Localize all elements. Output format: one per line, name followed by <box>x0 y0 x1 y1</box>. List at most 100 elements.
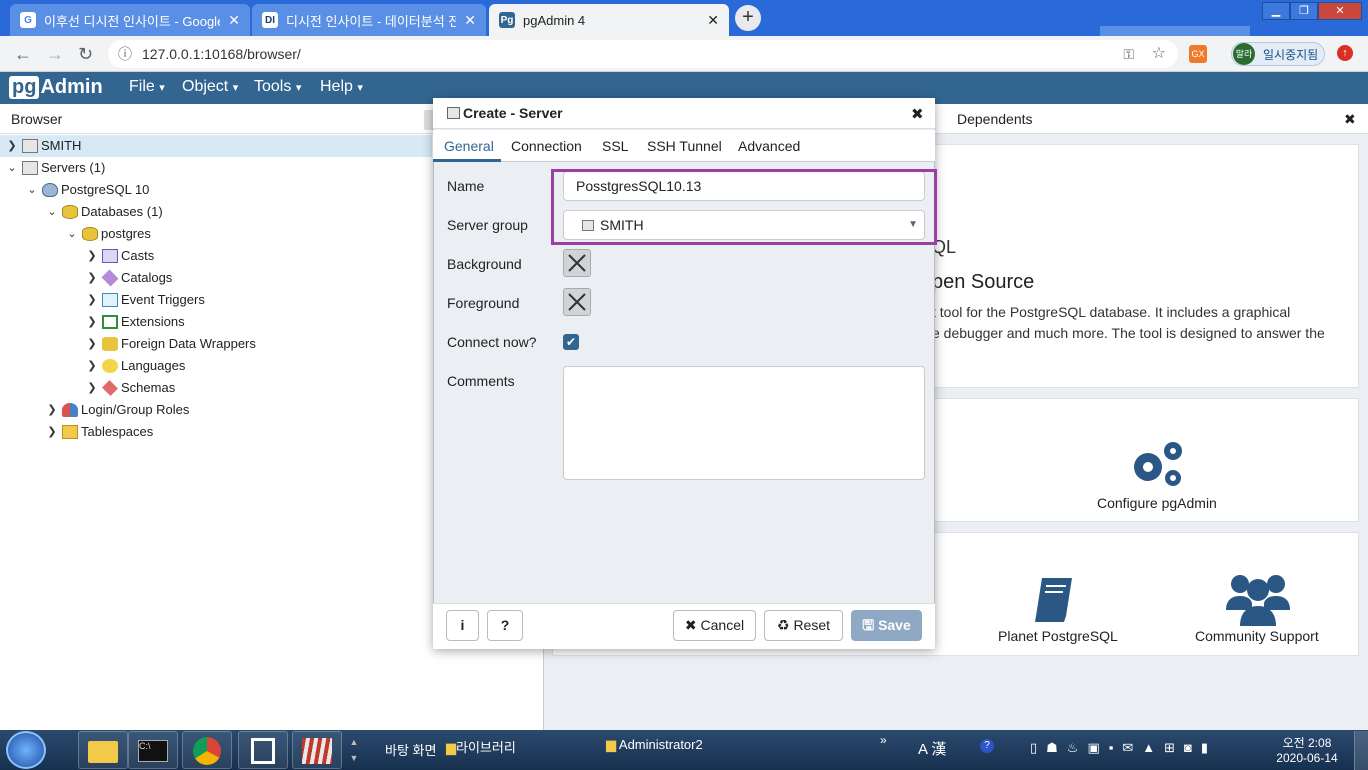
maximize-icon[interactable]: ❐ <box>1290 2 1318 20</box>
minimize-icon[interactable]: ▁ <box>1262 2 1290 20</box>
tab-ssh-tunnel[interactable]: SSH Tunnel <box>647 138 722 154</box>
tray-icons[interactable]: ▯☗♨▣▪✉▲⊞◙▮ <box>1030 740 1217 756</box>
gears-icon[interactable] <box>1126 437 1188 489</box>
tab-advanced[interactable]: Advanced <box>738 138 800 154</box>
profile-paused-button[interactable]: 말라 일시중지됨 <box>1231 42 1325 66</box>
chevron-down-icon[interactable]: ⌄ <box>64 223 80 245</box>
tree-node-databases[interactable]: ⌄ Databases (1) <box>44 201 163 223</box>
connect-now-checkbox[interactable]: ✔ <box>563 334 579 350</box>
extension-icon[interactable]: GX <box>1189 45 1207 63</box>
tree-node-catalogs[interactable]: ❯ Catalogs <box>84 267 172 289</box>
key-icon[interactable]: ⚿ <box>1123 40 1134 68</box>
tree-node-postgresql-10[interactable]: ⌄ PostgreSQL 10 <box>24 179 149 201</box>
tab-close-icon[interactable]: ✕ <box>707 12 719 29</box>
chevron-down-icon[interactable]: ⌄ <box>44 201 60 223</box>
menu-tools[interactable]: Tools ▾ <box>254 78 301 96</box>
tree-node-schemas[interactable]: ❯ Schemas <box>84 377 175 399</box>
tab-general[interactable]: General <box>444 138 494 154</box>
taskbar-explorer[interactable] <box>78 731 128 769</box>
save-button[interactable]: 🖫 Save <box>851 610 922 641</box>
chevron-right-icon[interactable]: ❯ <box>44 399 60 421</box>
clock-time[interactable]: 오전 2:08 <box>1276 734 1338 751</box>
chevron-down-icon[interactable]: ⌄ <box>24 179 40 201</box>
chevron-right-icon[interactable]: ❯ <box>4 135 20 157</box>
update-icon[interactable]: ↑ <box>1337 45 1353 61</box>
cancel-button[interactable]: ✖ Cancel <box>673 610 756 641</box>
tree-node-extensions[interactable]: ❯ Extensions <box>84 311 185 333</box>
comments-textarea[interactable] <box>563 366 925 480</box>
configure-pgadmin-label[interactable]: Configure pgAdmin <box>1097 495 1217 511</box>
bookmark-star-icon[interactable]: ☆ <box>1152 40 1166 68</box>
tab-close-icon[interactable]: ✕ <box>464 12 476 29</box>
browser-tab-decision-insight[interactable]: DI 디시전 인사이트 - 데이터분석 전 ✕ <box>252 4 486 36</box>
desktop-toolbar-label[interactable]: 바탕 화면 <box>385 740 436 759</box>
dialog-close-icon[interactable]: ✖ <box>911 105 924 123</box>
tree-node-tablespaces[interactable]: ❯ Tablespaces <box>44 421 153 443</box>
tree-node-foreign-data-wrappers[interactable]: ❯ Foreign Data Wrappers <box>84 333 256 355</box>
help-button[interactable]: ? <box>487 610 523 641</box>
tree-node-label: Catalogs <box>121 270 173 285</box>
tree-node-languages[interactable]: ❯ Languages <box>84 355 185 377</box>
library-label[interactable]: ▆라이브러리 <box>446 737 516 756</box>
book-icon[interactable] <box>1032 574 1080 624</box>
tree-node-servers[interactable]: ⌄ Servers (1) <box>4 157 105 179</box>
start-button[interactable] <box>6 731 46 769</box>
back-icon[interactable]: ← <box>14 44 32 64</box>
community-users-icon[interactable] <box>1226 570 1290 626</box>
help-icon[interactable]: ? <box>980 739 994 753</box>
community-support-label[interactable]: Community Support <box>1195 628 1319 644</box>
chevron-right-icon[interactable]: ❯ <box>84 377 100 399</box>
welcome-description-line1: t tool for the PostgreSQL database. It i… <box>932 304 1291 320</box>
pgadmin-logo[interactable]: pg Admin <box>9 74 103 100</box>
planet-postgresql-label[interactable]: Planet PostgreSQL <box>998 628 1118 644</box>
new-tab-button[interactable]: + <box>735 5 761 31</box>
welcome-heading-partial: pen Source <box>932 271 1035 293</box>
browser-tab-pgadmin[interactable]: Pg pgAdmin 4 ✕ <box>489 4 729 36</box>
tray-expand-icon[interactable]: » <box>880 733 887 747</box>
logo-admin: Admin <box>40 75 103 98</box>
browser-tab-google[interactable]: G 이후선 디시전 인사이트 - Google ✕ <box>10 4 250 36</box>
window-close-icon[interactable]: ✕ <box>1318 2 1362 20</box>
clock-date[interactable]: 2020-06-14 <box>1274 751 1340 765</box>
taskbar-scroll[interactable]: ▲ ▼ <box>348 734 360 766</box>
foreground-color-picker[interactable] <box>563 288 591 316</box>
panel-close-icon[interactable]: ✖ <box>1344 111 1356 128</box>
forward-icon[interactable]: → <box>46 44 64 64</box>
taskbar-app[interactable] <box>238 731 288 769</box>
info-icon[interactable]: ⓘ <box>118 40 132 68</box>
taskbar-cmd[interactable]: C:\ <box>128 731 178 769</box>
tree-node-postgres[interactable]: ⌄ postgres <box>64 223 151 245</box>
name-label: Name <box>447 178 485 194</box>
taskbar-app2[interactable] <box>292 731 342 769</box>
chevron-right-icon[interactable]: ❯ <box>84 355 100 377</box>
tab-ssl[interactable]: SSL <box>602 138 628 154</box>
chevron-down-icon[interactable]: ⌄ <box>4 157 20 179</box>
menu-object[interactable]: Object ▾ <box>182 78 238 96</box>
tree-node-login-group-roles[interactable]: ❯ Login/Group Roles <box>44 399 189 421</box>
reload-icon[interactable]: ↻ <box>78 44 93 64</box>
tree-node-smith[interactable]: ❯ SMITH <box>4 135 81 157</box>
tree-node-casts[interactable]: ❯ Casts <box>84 245 154 267</box>
chevron-right-icon[interactable]: ❯ <box>84 267 100 289</box>
background-color-picker[interactable] <box>563 249 591 277</box>
menu-help[interactable]: Help ▾ <box>320 78 363 96</box>
show-desktop-button[interactable] <box>1354 731 1368 770</box>
roles-icon <box>62 403 78 417</box>
chevron-right-icon[interactable]: ❯ <box>84 245 100 267</box>
tab-close-icon[interactable]: ✕ <box>228 12 240 29</box>
tab-dependents[interactable]: Dependents <box>957 111 1033 127</box>
info-button[interactable]: i <box>446 610 479 641</box>
tree-node-event-triggers[interactable]: ❯ Event Triggers <box>84 289 205 311</box>
highlight-box <box>551 169 937 245</box>
admin-folder-label[interactable]: ▆ Administrator2 <box>606 737 703 753</box>
chevron-right-icon[interactable]: ❯ <box>44 421 60 443</box>
chevron-right-icon[interactable]: ❯ <box>84 333 100 355</box>
tab-connection[interactable]: Connection <box>511 138 582 154</box>
chevron-right-icon[interactable]: ❯ <box>84 289 100 311</box>
chevron-right-icon[interactable]: ❯ <box>84 311 100 333</box>
url-bar[interactable]: ⓘ 127.0.0.1:10168/browser/ ⚿ ☆ <box>108 40 1178 68</box>
ime-indicator[interactable]: A 漢 <box>918 738 946 759</box>
menu-file[interactable]: File ▾ <box>129 78 165 96</box>
reset-button[interactable]: ♻ Reset <box>764 610 843 641</box>
taskbar-chrome[interactable] <box>182 731 232 769</box>
